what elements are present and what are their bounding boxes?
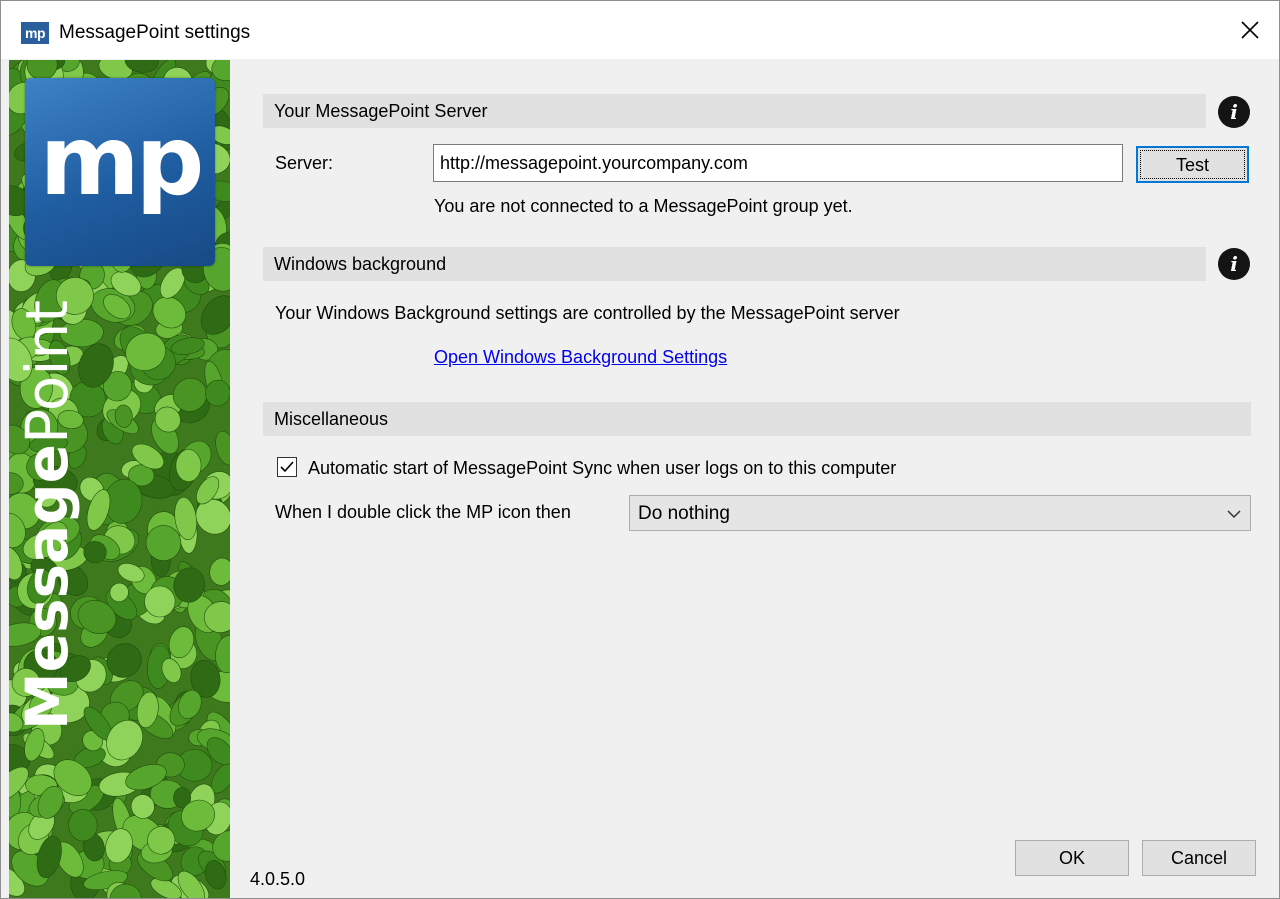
- server-section-header: Your MessagePoint Server: [263, 94, 1206, 128]
- brand-name-bold: Message: [13, 444, 81, 731]
- background-section-header: Windows background: [263, 247, 1206, 281]
- title-bar: mp MessagePoint settings: [1, 1, 1279, 59]
- double-click-label: When I double click the MP icon then: [275, 502, 571, 522]
- test-button[interactable]: Test: [1136, 146, 1249, 183]
- brand-name-vertical: MessagePoint: [13, 300, 81, 750]
- server-label: Server:: [275, 153, 334, 173]
- server-input[interactable]: [433, 144, 1123, 182]
- autostart-checkbox[interactable]: [277, 457, 297, 477]
- double-click-action-select[interactable]: Do nothing: [629, 495, 1251, 531]
- server-info-icon[interactable]: i: [1218, 96, 1250, 128]
- test-button-label: Test: [1140, 150, 1245, 179]
- logo-text: mp: [39, 105, 205, 217]
- close-button[interactable]: [1221, 1, 1279, 59]
- app-icon: mp: [21, 22, 49, 44]
- brand-sidebar: mp MessagePoint: [9, 60, 230, 898]
- open-background-settings-link[interactable]: Open Windows Background Settings: [434, 345, 727, 369]
- cancel-button[interactable]: Cancel: [1142, 840, 1256, 876]
- double-click-action-value: Do nothing: [638, 503, 730, 524]
- autostart-label[interactable]: Automatic start of MessagePoint Sync whe…: [308, 456, 896, 480]
- background-info-icon[interactable]: i: [1218, 248, 1250, 280]
- chevron-down-icon: [1227, 510, 1241, 519]
- close-icon: [1241, 21, 1259, 39]
- ok-button[interactable]: OK: [1015, 840, 1129, 876]
- mp-logo: mp: [25, 78, 215, 266]
- brand-name-light: Point: [13, 300, 81, 445]
- checkmark-icon: [280, 461, 294, 473]
- settings-window: mp MessagePoint settings mp MessagePoint…: [0, 0, 1280, 899]
- window-title: MessagePoint settings: [59, 22, 251, 43]
- version-label: 4.0.5.0: [250, 869, 306, 889]
- background-info-text: Your Windows Background settings are con…: [275, 303, 900, 323]
- connection-status: You are not connected to a MessagePoint …: [434, 196, 853, 216]
- misc-section-header: Miscellaneous: [263, 402, 1251, 436]
